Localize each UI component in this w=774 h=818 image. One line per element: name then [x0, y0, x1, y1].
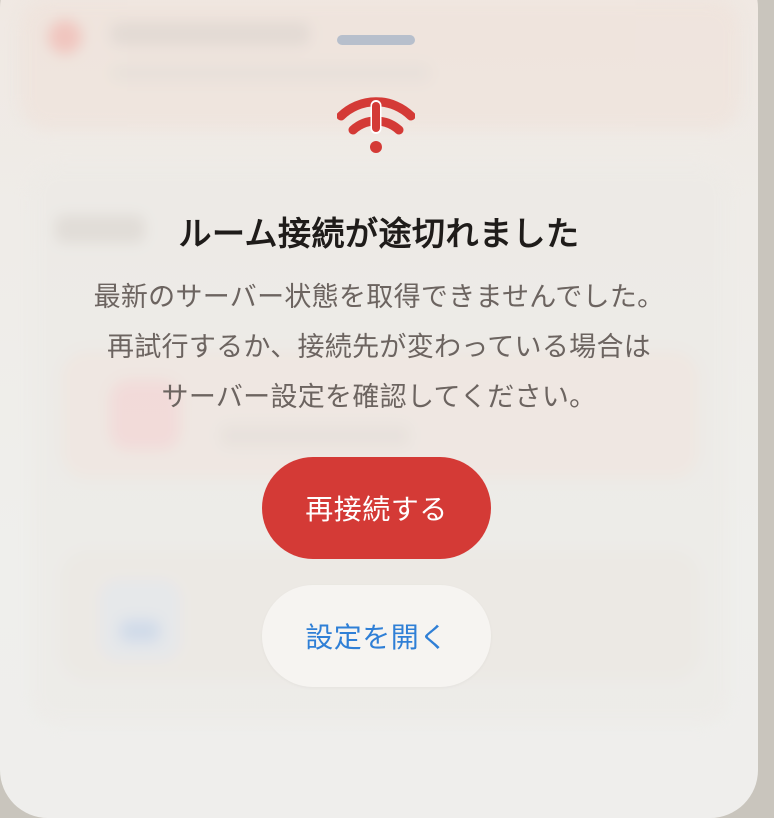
message-line: 最新のサーバー状態を取得できませんでした。 — [93, 282, 665, 313]
open-settings-button[interactable]: 設定を開く — [262, 585, 491, 687]
bottom-sheet: ルーム接続が途切れました 最新のサーバー状態を取得できませんでした。 再試行する… — [0, 0, 758, 818]
wifi-exclamation-icon — [337, 97, 415, 153]
sheet-grab-handle[interactable] — [337, 35, 415, 45]
message-line: 再試行するか、接続先が変わっている場合は — [106, 332, 652, 363]
message-line: サーバー設定を確認してください。 — [161, 382, 597, 413]
reconnect-button[interactable]: 再接続する — [262, 457, 491, 559]
dialog-title: ルーム接続が途切れました — [178, 214, 580, 253]
dialog-message: 最新のサーバー状態を取得できませんでした。 再試行するか、接続先が変わっている場… — [30, 273, 728, 423]
